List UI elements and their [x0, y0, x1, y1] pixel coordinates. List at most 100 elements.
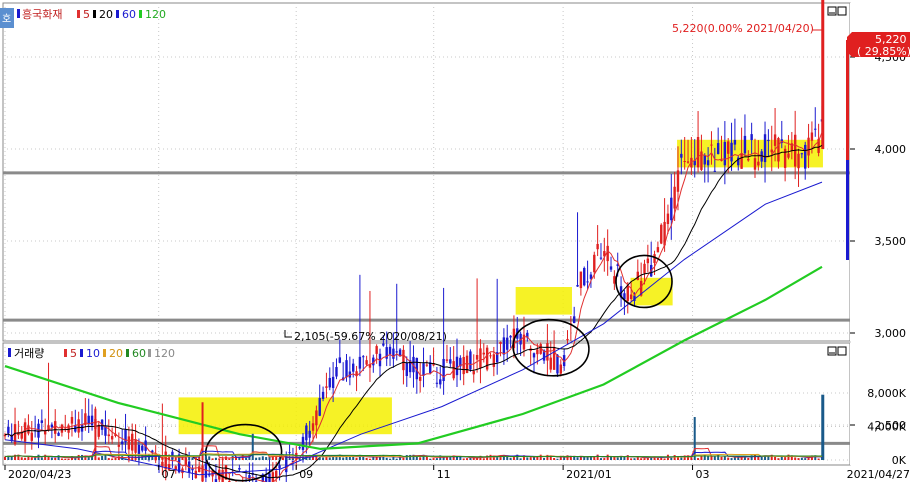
volume-bar — [221, 458, 224, 460]
volume-bar — [47, 456, 50, 460]
candle-body — [308, 430, 311, 438]
vol-legend-ma5: 5 — [70, 347, 77, 360]
volume-bar — [191, 457, 194, 460]
candle-body — [465, 355, 469, 373]
volume-bar — [529, 457, 532, 460]
candle-body — [54, 421, 57, 434]
candle-body — [509, 335, 512, 338]
candle-body — [636, 271, 640, 280]
candle-body — [37, 423, 40, 438]
candle-body — [576, 284, 579, 287]
vol-legend-ma10-swatch — [80, 349, 83, 357]
vol-minimize-icon[interactable] — [827, 346, 837, 356]
candle-body — [117, 444, 121, 447]
volume-bar — [482, 458, 485, 460]
candle-body — [439, 379, 442, 385]
candle-body — [696, 136, 700, 168]
candle-body — [445, 359, 449, 361]
candle-body — [469, 351, 472, 370]
vol-legend-marker-icon — [8, 348, 11, 357]
candle-body — [7, 426, 10, 434]
candle-body — [536, 349, 539, 355]
volume-bar — [258, 457, 261, 460]
volume-bar — [255, 457, 258, 460]
x-axis-labels: 2020/04/23 07 09 11 2021/01 03 2021/04/27 — [4, 465, 910, 481]
candle-body — [161, 461, 164, 467]
volume-bar — [328, 457, 331, 460]
candle-body — [532, 353, 536, 358]
volume-bar — [563, 457, 566, 460]
vol-maximize-icon[interactable] — [837, 346, 847, 356]
candle-body — [740, 153, 743, 169]
stock-name: 흥국화재 — [22, 7, 62, 21]
legend-ma20-swatch — [93, 10, 96, 18]
volume-bar — [395, 458, 398, 460]
candle-body — [593, 254, 596, 273]
volume-bar — [204, 455, 207, 460]
candle-body — [418, 376, 422, 381]
volume-bar — [616, 457, 619, 460]
candle-body — [646, 258, 650, 264]
volume-bar — [519, 458, 522, 460]
candle-body — [352, 363, 355, 372]
legend-ma20: 20 — [99, 8, 113, 21]
candle-body — [723, 141, 727, 166]
candle-body — [70, 416, 74, 424]
vol-legend-ma10: 10 — [86, 347, 100, 360]
legend-ma60-swatch — [116, 10, 119, 18]
volume-bar — [643, 458, 646, 460]
volume-bar — [419, 457, 422, 460]
candle-body — [298, 447, 301, 449]
volume-bar — [171, 458, 174, 460]
volume-bar — [804, 458, 807, 460]
minimize-icon[interactable] — [827, 6, 837, 16]
highlight-zone — [178, 397, 392, 435]
candle-body — [727, 141, 730, 154]
volume-bar — [576, 457, 579, 460]
vol-legend-ma20-swatch — [103, 349, 106, 357]
chart-svg: 4,5004,0003,5003,0002,5005,0008,000K4,00… — [0, 0, 911, 486]
candle-body — [301, 436, 305, 450]
volume-bar — [60, 458, 63, 460]
volume-bar — [322, 457, 325, 460]
candle-body — [402, 349, 405, 371]
volume-bar — [727, 457, 730, 460]
candle-body — [747, 158, 750, 161]
candle-body — [435, 382, 439, 384]
x-tick-label: 03 — [696, 468, 710, 481]
price-range-down-bar — [846, 160, 849, 260]
volume-bar — [281, 457, 284, 460]
candle-body — [164, 451, 167, 470]
candle-body — [362, 356, 365, 358]
vol-legend-ma120-swatch — [148, 349, 151, 357]
volume-bar — [713, 456, 716, 460]
volume-bar — [57, 455, 60, 460]
legend-ma5: 5 — [83, 8, 90, 21]
volume-bar — [261, 456, 264, 460]
candle-body — [120, 441, 124, 445]
candle-body — [50, 424, 54, 428]
candle-body — [288, 452, 291, 454]
candle-body — [238, 468, 241, 470]
volume-bar — [64, 458, 67, 460]
maximize-icon[interactable] — [837, 6, 847, 16]
side-tab-label: 호 — [2, 13, 11, 25]
candle-body — [797, 153, 800, 169]
volume-bar — [633, 458, 636, 460]
candle-body — [730, 142, 733, 162]
volume-bar — [54, 457, 57, 460]
candle-body — [107, 434, 110, 437]
candle-body — [338, 357, 342, 363]
volume-bar — [429, 458, 432, 460]
candle-body — [713, 170, 717, 172]
low-annotation: 2,105(-59.67% 2020/08/21) — [294, 330, 447, 343]
volume-bar — [131, 457, 134, 460]
candle-body — [331, 376, 335, 388]
candle-body — [810, 132, 814, 141]
candle-body — [787, 153, 790, 158]
candle-body — [572, 316, 576, 324]
candle-body — [502, 337, 506, 355]
volume-bar — [720, 456, 723, 460]
volume-bar — [462, 458, 465, 460]
candle-body — [358, 356, 362, 369]
